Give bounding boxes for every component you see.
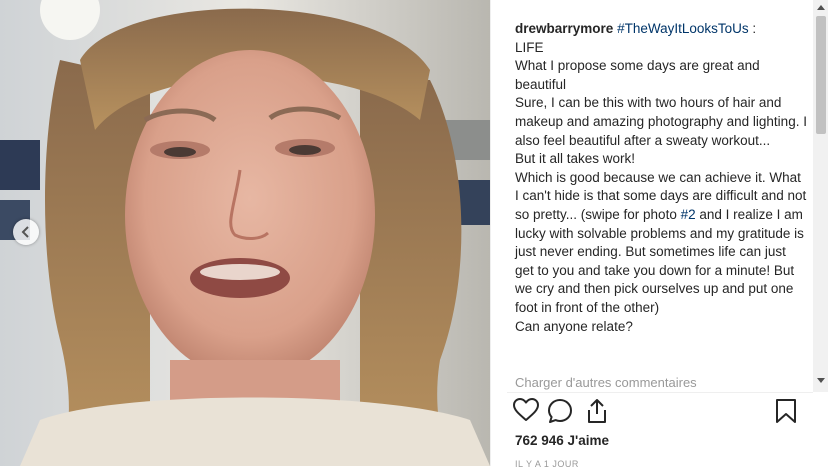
likes-count[interactable]: 762 946 J'aime — [515, 433, 609, 448]
portrait-image — [0, 0, 490, 466]
hashtag-link[interactable]: #TheWayItLooksToUs — [617, 21, 749, 36]
comment-button[interactable] — [547, 398, 573, 429]
chevron-left-icon — [21, 226, 29, 238]
save-button[interactable] — [775, 398, 797, 429]
caption-separator: : — [748, 21, 757, 36]
divider — [507, 392, 813, 393]
comment-icon — [548, 399, 572, 423]
post-panel: drewbarrymore #TheWayItLooksToUs : LIFE … — [490, 0, 828, 469]
post-timestamp[interactable]: IL Y A 1 JOUR — [515, 459, 579, 469]
arrow-down-icon — [817, 378, 825, 383]
share-button[interactable] — [585, 398, 609, 429]
arrow-up-icon — [817, 5, 825, 10]
like-button[interactable] — [513, 398, 539, 427]
heart-icon — [513, 398, 539, 421]
action-bar — [513, 398, 813, 428]
scrollbar-thumb[interactable] — [816, 16, 826, 134]
scroll-down-arrow[interactable] — [813, 378, 828, 388]
comments-scroll-area[interactable]: drewbarrymore #TheWayItLooksToUs : LIFE … — [491, 0, 813, 392]
scroll-up-arrow[interactable] — [813, 4, 828, 14]
load-more-comments-link[interactable]: Charger d'autres commentaires — [515, 375, 697, 390]
share-icon — [588, 399, 606, 423]
scrollbar[interactable] — [813, 0, 828, 392]
post-photo[interactable] — [0, 0, 490, 466]
photo-tag-link[interactable]: #2 — [681, 207, 696, 222]
previous-photo-button[interactable] — [13, 219, 39, 245]
username-link[interactable]: drewbarrymore — [515, 21, 613, 36]
caption-text-tail: and I realize I am lucky with solvable p… — [515, 206, 804, 334]
post-caption: drewbarrymore #TheWayItLooksToUs : LIFE … — [515, 20, 807, 336]
bookmark-icon — [776, 399, 796, 423]
caption-text: LIFE What I propose some days are great … — [515, 39, 807, 222]
